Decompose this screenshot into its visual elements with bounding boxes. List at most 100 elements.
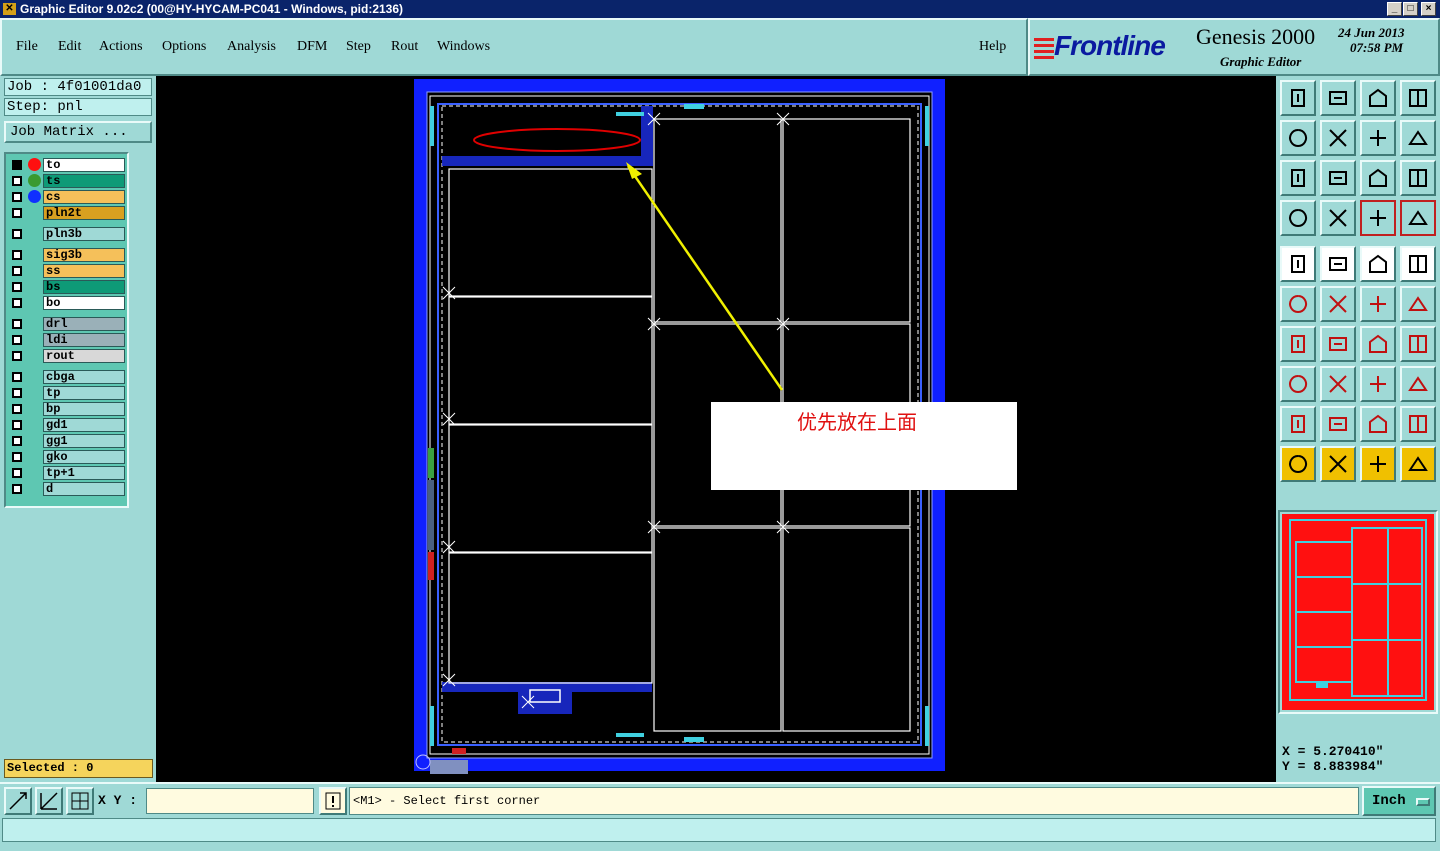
layer-row-bp[interactable]: bp: [8, 402, 126, 416]
layer-stack-red-icon[interactable]: [1360, 200, 1396, 236]
layer-row-bo[interactable]: bo: [8, 296, 126, 310]
home-icon[interactable]: [1360, 80, 1396, 116]
layer-row-ts[interactable]: ts: [8, 174, 126, 188]
polygon-icon[interactable]: [1320, 246, 1356, 282]
fit-icon[interactable]: [1280, 160, 1316, 196]
layer-stack-red2-icon[interactable]: [1400, 200, 1436, 236]
zoom-area-icon[interactable]: [4, 787, 32, 815]
menu-windows[interactable]: Windows: [437, 39, 490, 55]
layer-row-pln3b[interactable]: pln3b: [8, 227, 126, 241]
menu-dfm[interactable]: DFM: [297, 39, 327, 55]
layer-checkbox[interactable]: [12, 266, 22, 276]
snake-icon[interactable]: [1400, 120, 1436, 156]
dash-icon[interactable]: [1320, 366, 1356, 402]
ruler-icon[interactable]: [1360, 246, 1396, 282]
arc-icon[interactable]: [1360, 326, 1396, 362]
arch-icon[interactable]: [1360, 406, 1396, 442]
rotate-icon[interactable]: [1360, 120, 1396, 156]
alert-icon[interactable]: [319, 787, 347, 815]
layer-checkbox[interactable]: [12, 176, 22, 186]
layer-checkbox[interactable]: [12, 335, 22, 345]
layer-row-sig3b[interactable]: sig3b: [8, 248, 126, 262]
layer-row-cbga[interactable]: cbga: [8, 370, 126, 384]
pad-square-icon[interactable]: [1280, 366, 1316, 402]
graphic-canvas[interactable]: 优先放在上面: [156, 76, 1276, 782]
xy-input[interactable]: [146, 788, 314, 814]
triangle-outline-icon[interactable]: [1320, 406, 1356, 442]
layer-row-ss[interactable]: ss: [8, 264, 126, 278]
move-left-icon[interactable]: [1280, 120, 1316, 156]
layer-checkbox[interactable]: [12, 282, 22, 292]
layer-checkbox[interactable]: [12, 298, 22, 308]
download-icon[interactable]: [1320, 80, 1356, 116]
layer-row-pln2t[interactable]: pln2t: [8, 206, 126, 220]
measure-icon[interactable]: [35, 787, 63, 815]
layer-checkbox[interactable]: [12, 484, 22, 494]
layer-row-gko[interactable]: gko: [8, 450, 126, 464]
select-box-icon[interactable]: [1320, 446, 1356, 482]
menu-analysis[interactable]: Analysis: [227, 39, 276, 55]
help-icon[interactable]: [1400, 160, 1436, 196]
layer-checkbox[interactable]: [12, 452, 22, 462]
line-dot-icon[interactable]: [1360, 286, 1396, 322]
layer-row-tp+1[interactable]: tp+1: [8, 466, 126, 480]
arch-red-icon[interactable]: [1400, 406, 1436, 442]
circle-icon[interactable]: [1400, 246, 1436, 282]
triangle-icon[interactable]: [1280, 406, 1316, 442]
layer-row-drl[interactable]: drl: [8, 317, 126, 331]
grid-icon[interactable]: [66, 787, 94, 815]
scale-icon[interactable]: [1360, 160, 1396, 196]
layer-checkbox[interactable]: [12, 351, 22, 361]
angle-icon[interactable]: [1280, 326, 1316, 362]
route-icon[interactable]: [1400, 446, 1436, 482]
units-select[interactable]: Inch: [1362, 786, 1436, 816]
zoom-home-icon[interactable]: [1320, 160, 1356, 196]
tools-icon[interactable]: [1280, 200, 1316, 236]
menu-edit[interactable]: Edit: [58, 39, 81, 55]
grid-view-icon[interactable]: [1320, 200, 1356, 236]
layer-checkbox[interactable]: [12, 192, 22, 202]
layer-row-rout[interactable]: rout: [8, 349, 126, 363]
layer-row-tp[interactable]: tp: [8, 386, 126, 400]
layer-checkbox[interactable]: [12, 208, 22, 218]
menu-file[interactable]: File: [16, 39, 38, 55]
layer-row-to[interactable]: to: [8, 158, 126, 172]
pad-icon[interactable]: [1280, 246, 1316, 282]
maximize-icon[interactable]: □: [1403, 2, 1418, 16]
layer-checkbox[interactable]: [12, 160, 22, 170]
layer-checkbox[interactable]: [12, 229, 22, 239]
select-arrow-icon[interactable]: [1280, 446, 1316, 482]
cross-icon[interactable]: [1320, 286, 1356, 322]
layer-row-d[interactable]: d: [8, 482, 126, 496]
close-icon[interactable]: ×: [1421, 2, 1436, 16]
upload-icon[interactable]: [1280, 80, 1316, 116]
layer-row-bs[interactable]: bs: [8, 280, 126, 294]
layer-checkbox[interactable]: [12, 468, 22, 478]
layer-checkbox[interactable]: [12, 436, 22, 446]
layer-row-ldi[interactable]: ldi: [8, 333, 126, 347]
slash-icon[interactable]: [1320, 326, 1356, 362]
shapes-icon[interactable]: [1400, 366, 1436, 402]
menu-actions[interactable]: Actions: [99, 39, 143, 55]
layer-checkbox[interactable]: [12, 250, 22, 260]
dimension-icon[interactable]: [1360, 366, 1396, 402]
minimize-icon[interactable]: _: [1387, 2, 1402, 16]
move-right-icon[interactable]: [1320, 120, 1356, 156]
split-view-icon[interactable]: [1400, 80, 1436, 116]
menu-options[interactable]: Options: [162, 39, 206, 55]
mirror-icon[interactable]: [1400, 326, 1436, 362]
diagonal-dot-icon[interactable]: [1400, 286, 1436, 322]
layer-checkbox[interactable]: [12, 420, 22, 430]
layer-checkbox[interactable]: [12, 388, 22, 398]
overview-map[interactable]: [1278, 510, 1438, 714]
connect-icon[interactable]: [1280, 286, 1316, 322]
select-arrow2-icon[interactable]: [1360, 446, 1396, 482]
layer-row-cs[interactable]: cs: [8, 190, 126, 204]
menu-rout[interactable]: Rout: [391, 39, 418, 55]
layer-checkbox[interactable]: [12, 372, 22, 382]
job-matrix-button[interactable]: Job Matrix ...: [4, 121, 152, 143]
menu-help[interactable]: Help: [979, 39, 1006, 55]
layer-checkbox[interactable]: [12, 319, 22, 329]
layer-checkbox[interactable]: [12, 404, 22, 414]
layer-row-gd1[interactable]: gd1: [8, 418, 126, 432]
